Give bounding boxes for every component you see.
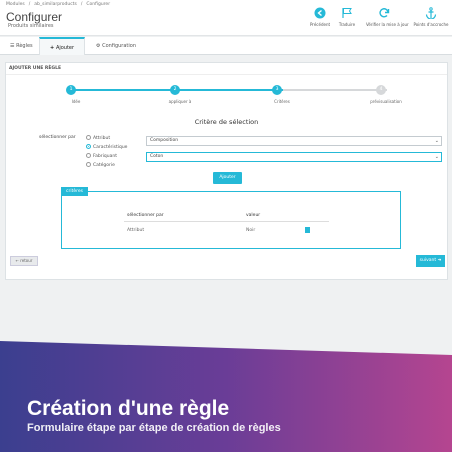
- tab-bar: ☰ Règles + Ajouter ⚙ Configuration: [0, 37, 452, 55]
- table-header: sélectionner par: [127, 213, 164, 218]
- select-by-label: sélectionner par: [39, 135, 76, 140]
- breadcrumb-item[interactable]: Modules: [6, 2, 25, 7]
- tab-label: Règles: [16, 43, 33, 49]
- breadcrumb-separator: /: [28, 2, 31, 7]
- radio-circle: [86, 144, 91, 149]
- toolbar-hooks-button[interactable]: Points d'accroche: [413, 7, 449, 27]
- radio-manufacturer[interactable]: Fabriquant: [86, 153, 117, 159]
- value-select[interactable]: Coton ⌄: [146, 152, 442, 162]
- wizard-step-3[interactable]: 3: [272, 85, 282, 95]
- panel-divider: [6, 74, 447, 75]
- radio-feature[interactable]: Caractéristique: [86, 144, 127, 150]
- add-criterion-button[interactable]: Ajouter: [213, 172, 242, 184]
- panel-heading: AJOUTER UNE RÈGLE: [9, 66, 62, 71]
- chevron-down-icon: ⌄: [434, 138, 439, 144]
- page-subtitle: Produits similaires: [8, 23, 54, 29]
- table-header: valeur: [246, 213, 261, 218]
- arrow-right-icon: ➜: [436, 258, 442, 263]
- next-button[interactable]: suivant ➜: [416, 255, 445, 267]
- toolbar-label: Traduire: [338, 22, 356, 27]
- page-title: Configurer: [6, 10, 63, 24]
- wizard-step-label: Idée: [71, 99, 81, 104]
- breadcrumb-item: Configurer: [86, 2, 111, 7]
- table-header-divider: [124, 221, 329, 222]
- tab-rules[interactable]: ☰ Règles: [0, 37, 38, 55]
- banner-wedge: [0, 341, 452, 355]
- wizard-step-label: prévisualisation: [370, 99, 402, 104]
- next-label: suivant: [419, 258, 437, 263]
- toolbar-label: Points d'accroche: [413, 22, 449, 27]
- back-button[interactable]: ← retour: [10, 256, 38, 266]
- wizard-step-2[interactable]: 2: [170, 85, 180, 95]
- feature-select[interactable]: Composition ⌄: [146, 136, 442, 146]
- trash-icon[interactable]: [305, 227, 310, 233]
- radio-label: Fabriquant: [93, 154, 117, 159]
- toolbar-check-update-button[interactable]: Vérifier la mise à jour: [366, 7, 409, 27]
- select-value: Composition: [150, 138, 179, 143]
- banner-subtitle: Formulaire étape par étape de création d…: [27, 422, 281, 434]
- refresh-icon: [379, 8, 390, 18]
- criteria-tag: critères: [61, 187, 88, 196]
- tab-label: Ajouter: [55, 45, 75, 51]
- wizard-step-label: appliquer à: [168, 99, 192, 104]
- tab-label: Configuration: [102, 43, 136, 49]
- radio-circle: [86, 135, 91, 140]
- radio-label: Attribut: [93, 136, 111, 141]
- flag-icon: [342, 8, 352, 18]
- arrow-left-circle-icon: [314, 7, 326, 19]
- radio-category[interactable]: Catégorie: [86, 162, 115, 168]
- radio-label: Caractéristique: [93, 145, 128, 150]
- criteria-box: critères: [61, 187, 401, 249]
- radio-label: Catégorie: [93, 163, 115, 168]
- tab-configuration[interactable]: ⚙ Configuration: [86, 37, 156, 55]
- breadcrumb: Modules / ab_similarproducts / Configurer: [6, 2, 114, 7]
- breadcrumb-item[interactable]: ab_similarproducts: [34, 2, 77, 7]
- radio-circle: [86, 153, 91, 158]
- select-value: Coton: [150, 154, 164, 159]
- table-cell: Attribut: [127, 228, 145, 233]
- wizard-step-1[interactable]: 1: [66, 85, 76, 95]
- wizard-step-4[interactable]: 4: [376, 85, 386, 95]
- anchor-icon: [425, 7, 437, 19]
- wizard-step-label: Critères: [274, 99, 290, 104]
- back-label: retour: [20, 258, 33, 263]
- table-cell: Noir: [246, 228, 256, 233]
- radio-attribute[interactable]: Attribut: [86, 135, 110, 141]
- toolbar-label: Vérifier la mise à jour: [366, 22, 409, 27]
- criteria-title: Critère de sélection: [194, 118, 259, 126]
- promo-banner: Création d'une règle Formulaire étape pa…: [0, 341, 452, 452]
- toolbar-translate-button[interactable]: Traduire: [329, 7, 365, 27]
- page-header: Modules / ab_similarproducts / Configurer Co…: [0, 0, 452, 36]
- banner-title: Création d'une règle: [27, 397, 230, 420]
- breadcrumb-separator: /: [80, 2, 83, 7]
- tab-add[interactable]: + Ajouter: [39, 37, 85, 55]
- chevron-down-icon: ⌄: [434, 154, 439, 160]
- add-rule-panel: AJOUTER UNE RÈGLE 1 2 3 4 Idée appliquer…: [5, 62, 448, 280]
- radio-circle: [86, 162, 91, 167]
